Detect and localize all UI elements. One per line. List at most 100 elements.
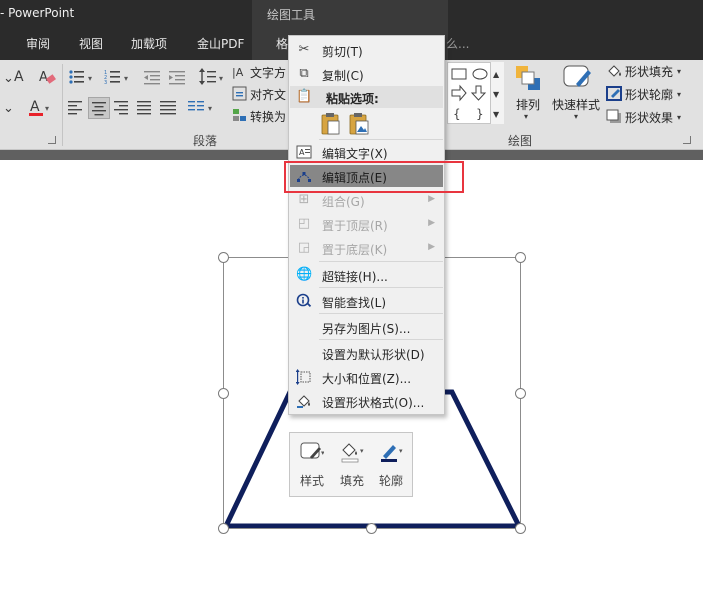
align-center-button[interactable] (88, 97, 110, 119)
menu-item-format-shape-label: 设置形状格式(O)... (322, 396, 425, 410)
tell-me-input[interactable]: 么... (446, 35, 469, 52)
mini-toolbar: ▾ 样式 ▾ 填充 ▾ 轮廓 (289, 432, 413, 497)
mini-style-label: 样式 (299, 474, 324, 488)
shape-effects-label[interactable]: 形状效果 (625, 109, 673, 126)
font-color-icon[interactable]: A ▾ (27, 98, 53, 118)
font-chevron-icon[interactable]: ⌄ (3, 102, 14, 116)
submenu-arrow-icon: ▶ (428, 242, 435, 252)
menu-item-send-to-back[interactable]: ◲ 置于底层(K) ▶ (290, 237, 443, 259)
text-direction-label[interactable]: 文字方 (250, 64, 286, 81)
menu-item-send-to-back-label: 置于底层(K) (322, 243, 388, 257)
line-spacing-icon[interactable]: ▾ (198, 67, 228, 87)
group-icon: ⊞ (298, 192, 310, 207)
menu-item-edit-text[interactable]: A 编辑文字(X) (290, 141, 443, 163)
columns-icon[interactable]: ▾ (188, 100, 218, 116)
resize-handle-left[interactable] (218, 388, 229, 399)
mini-outline-button[interactable]: ▾ 轮廓 (372, 437, 410, 493)
quick-styles-icon[interactable] (562, 62, 592, 92)
menu-item-edit-text-label: 编辑文字(X) (322, 147, 388, 161)
menu-separator (319, 261, 443, 262)
mini-fill-button[interactable]: ▾ 填充 (333, 437, 371, 493)
paragraph-group-label: 段落 (193, 134, 218, 148)
increase-indent-icon[interactable] (169, 69, 189, 87)
resize-handle-bottom-left[interactable] (218, 523, 229, 534)
paste-as-picture-icon[interactable] (348, 112, 370, 136)
arrange-chevron-icon[interactable]: ▾ (524, 110, 528, 124)
convert-to-smartart-icon[interactable] (232, 108, 248, 124)
justify-icon[interactable] (137, 100, 155, 116)
size-position-icon (295, 369, 312, 385)
menu-item-smart-lookup[interactable]: 智能查找(L) (290, 290, 443, 312)
svg-text:▾: ▾ (45, 104, 49, 113)
svg-text:A: A (299, 148, 305, 157)
menu-item-bring-to-front[interactable]: ◰ 置于顶层(R) ▶ (290, 213, 443, 235)
align-text-label[interactable]: 对齐文 (250, 86, 286, 103)
svg-text:▾: ▾ (208, 104, 212, 113)
shape-outline-label[interactable]: 形状轮廓 (625, 86, 673, 103)
resize-handle-right[interactable] (515, 388, 526, 399)
convert-to-smartart-label[interactable]: 转换为 (250, 108, 286, 125)
align-text-icon[interactable] (232, 86, 248, 102)
resize-handle-top-right[interactable] (515, 252, 526, 263)
align-center-icon (92, 102, 106, 116)
gallery-down-icon[interactable]: ▼ (493, 88, 499, 102)
tab-view[interactable]: 视图 (79, 35, 103, 52)
resize-handle-bottom-right[interactable] (515, 523, 526, 534)
fill-bucket-icon: ▾ (341, 443, 364, 463)
menu-item-copy[interactable]: ⧉ 复制(C) (290, 63, 443, 85)
menu-item-hyperlink-label: 超链接(H)... (322, 270, 388, 284)
copy-icon: ⧉ (299, 66, 309, 81)
shape-outline-chevron-icon[interactable]: ▾ (677, 88, 681, 102)
menu-separator (319, 287, 443, 288)
shape-fill-label[interactable]: 形状填充 (625, 63, 673, 80)
grow-font-icon[interactable]: A (14, 70, 24, 84)
shape-fill-icon[interactable] (606, 63, 624, 79)
menu-item-set-default-shape[interactable]: 设置为默认形状(D) (290, 342, 443, 364)
drawing-group-launcher[interactable] (683, 136, 691, 144)
shape-fill-chevron-icon[interactable]: ▾ (677, 65, 681, 79)
menu-item-format-shape[interactable]: 设置形状格式(O)... (290, 390, 443, 412)
numbering-icon[interactable]: 1 2 3 ▾ (104, 69, 134, 87)
paste-options-label: 粘贴选项: (326, 92, 379, 106)
menu-item-set-default-shape-label: 设置为默认形状(D) (322, 348, 425, 362)
resize-handle-bottom[interactable] (366, 523, 377, 534)
menu-item-hyperlink[interactable]: 🌐 超链接(H)... (290, 264, 443, 286)
svg-text:▾: ▾ (399, 447, 403, 455)
paste-use-destination-icon[interactable] (320, 112, 342, 136)
svg-text:A: A (30, 99, 40, 115)
gallery-up-icon[interactable]: ▲ (493, 68, 499, 82)
decrease-indent-icon[interactable] (144, 69, 164, 87)
gallery-more-icon[interactable]: ▼ (493, 108, 499, 122)
font-group-launcher[interactable] (48, 136, 56, 144)
distributed-icon[interactable] (160, 100, 180, 116)
tab-kingsoft-pdf[interactable]: 金山PDF (197, 35, 244, 52)
menu-item-save-as-picture[interactable]: 另存为图片(S)... (290, 316, 443, 338)
align-left-icon[interactable] (68, 100, 86, 116)
svg-text:3: 3 (104, 80, 107, 86)
tab-addins[interactable]: 加载项 (131, 35, 167, 52)
tab-format[interactable]: 格 (276, 35, 288, 52)
arrange-icon[interactable] (514, 64, 544, 94)
bullets-icon[interactable]: ▾ (68, 69, 98, 87)
menu-item-size-and-position[interactable]: 大小和位置(Z)... (290, 366, 443, 388)
quick-styles-chevron-icon[interactable]: ▾ (574, 110, 578, 124)
shape-outline-icon[interactable] (606, 86, 624, 102)
shape-effects-chevron-icon[interactable]: ▾ (677, 111, 681, 125)
clear-formatting-icon[interactable]: A (38, 68, 56, 86)
resize-handle-top-left[interactable] (218, 252, 229, 263)
tab-review[interactable]: 审阅 (26, 35, 50, 52)
mini-style-button[interactable]: ▾ 样式 (293, 437, 331, 493)
menu-item-cut[interactable]: ✂ 剪切(T) (290, 39, 443, 61)
svg-text:▾: ▾ (360, 447, 364, 455)
annotation-highlight-box (284, 161, 464, 193)
menu-separator (319, 313, 443, 314)
text-direction-icon[interactable]: |A (232, 64, 248, 80)
svg-text:▾: ▾ (124, 74, 128, 83)
align-right-icon[interactable] (114, 100, 132, 116)
shape-effects-icon[interactable] (606, 109, 624, 125)
menu-item-save-as-picture-label: 另存为图片(S)... (322, 322, 411, 336)
menu-item-size-and-position-label: 大小和位置(Z)... (322, 372, 412, 386)
font-size-chevron-icon[interactable]: ⌄ (3, 72, 14, 86)
style-icon: ▾ (300, 442, 324, 459)
shapes-gallery-scroll[interactable]: ▲ ▼ ▼ (490, 62, 504, 124)
